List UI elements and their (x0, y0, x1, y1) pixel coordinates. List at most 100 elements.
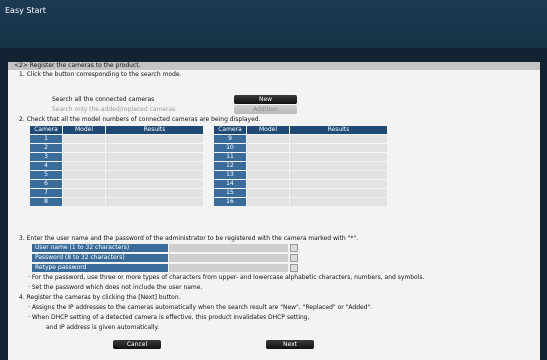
column-header-model: Model (246, 125, 290, 135)
step-header: <2> Register the cameras to the product. (8, 62, 540, 70)
table-row: 3 (29, 152, 204, 162)
camera-number: 1 (29, 134, 63, 144)
table-row: 7 (29, 188, 204, 198)
table-row: 9 (213, 134, 388, 144)
camera-number: 12 (213, 161, 247, 171)
model-cell (62, 197, 106, 207)
results-cell (105, 134, 204, 144)
password-note: · For the password, use three or more ty… (28, 274, 425, 281)
model-cell (62, 179, 106, 189)
camera-number: 16 (213, 197, 247, 207)
keyboard-button[interactable] (290, 254, 298, 262)
table-row: 14 (213, 179, 388, 189)
camera-number: 6 (29, 179, 63, 189)
password-input[interactable] (169, 254, 288, 262)
model-cell (246, 143, 290, 153)
column-header-camera: Camera (29, 125, 63, 135)
results-cell (105, 179, 204, 189)
table-row: 11 (213, 152, 388, 162)
camera-number: 5 (29, 170, 63, 180)
model-cell (62, 170, 106, 180)
results-cell (105, 197, 204, 207)
results-cell (289, 188, 388, 198)
camera-number: 8 (29, 197, 63, 207)
search-instruction: 1. Click the button corresponding to the… (19, 71, 182, 78)
next-button[interactable]: Next (266, 340, 314, 349)
model-cell (246, 197, 290, 207)
table-row: 2 (29, 143, 204, 153)
camera-number: 2 (29, 143, 63, 153)
camera-number: 10 (213, 143, 247, 153)
register-instruction: 4. Register the cameras by clicking the … (19, 294, 181, 301)
model-cell (246, 170, 290, 180)
register-note: and IP address is given automatically. (46, 324, 160, 331)
model-cell (246, 179, 290, 189)
camera-number: 15 (213, 188, 247, 198)
password-note: · Set the password which does not includ… (28, 284, 203, 291)
table-row: 10 (213, 143, 388, 153)
retype-password-input[interactable] (169, 264, 288, 272)
password-label: Password (8 to 32 characters) (32, 254, 168, 262)
keyboard-button[interactable] (290, 264, 298, 272)
model-cell (62, 134, 106, 144)
camera-number: 4 (29, 161, 63, 171)
check-instruction: 2. Check that all the model numbers of c… (19, 116, 261, 123)
camera-number: 9 (213, 134, 247, 144)
model-cell (62, 188, 106, 198)
model-cell (246, 152, 290, 162)
model-cell (62, 143, 106, 153)
table-row: 15 (213, 188, 388, 198)
table-row: 4 (29, 161, 204, 171)
window-title: Easy Start (5, 6, 46, 15)
model-cell (246, 188, 290, 198)
model-cell (62, 161, 106, 171)
results-cell (289, 170, 388, 180)
cancel-button[interactable]: Cancel (113, 340, 161, 349)
camera-table-left: Camera Model Results 1 2 3 4 5 6 7 8 (29, 125, 204, 207)
column-header-results: Results (105, 125, 204, 135)
results-cell (289, 152, 388, 162)
camera-number: 3 (29, 152, 63, 162)
results-cell (289, 179, 388, 189)
results-cell (105, 188, 204, 198)
addition-button[interactable]: Addition (234, 105, 297, 114)
retype-password-row: Retype password (32, 264, 298, 272)
results-cell (289, 134, 388, 144)
camera-number: 14 (213, 179, 247, 189)
camera-number: 13 (213, 170, 247, 180)
register-note: · When DHCP setting of a detected camera… (28, 314, 310, 321)
column-header-model: Model (62, 125, 106, 135)
search-all-label: Search all the connected cameras (52, 96, 155, 103)
table-row: 1 (29, 134, 204, 144)
results-cell (105, 143, 204, 153)
search-added-label: Search only the added/replaced cameras (52, 106, 176, 113)
credentials-instruction: 3. Enter the user name and the password … (19, 235, 359, 242)
column-header-results: Results (289, 125, 388, 135)
column-header-camera: Camera (213, 125, 247, 135)
results-cell (105, 170, 204, 180)
model-cell (62, 152, 106, 162)
user-name-label: User name (1 to 32 characters) (32, 244, 168, 252)
user-name-row: User name (1 to 32 characters) (32, 244, 298, 252)
password-row: Password (8 to 32 characters) (32, 254, 298, 262)
results-cell (289, 161, 388, 171)
table-row: 12 (213, 161, 388, 171)
model-cell (246, 161, 290, 171)
register-note: · Assigns the IP addresses to the camera… (28, 304, 373, 311)
camera-number: 7 (29, 188, 63, 198)
new-button[interactable]: New (234, 95, 297, 104)
table-row: 5 (29, 170, 204, 180)
camera-number: 11 (213, 152, 247, 162)
results-cell (105, 152, 204, 162)
keyboard-button[interactable] (290, 244, 298, 252)
title-bar: Easy Start (0, 0, 547, 48)
camera-table-right: Camera Model Results 9 10 11 12 13 14 15… (213, 125, 388, 207)
results-cell (289, 197, 388, 207)
results-cell (105, 161, 204, 171)
user-name-input[interactable] (169, 244, 288, 252)
retype-password-label: Retype password (32, 264, 168, 272)
table-row: 8 (29, 197, 204, 207)
model-cell (246, 134, 290, 144)
table-row: 6 (29, 179, 204, 189)
table-row: 16 (213, 197, 388, 207)
